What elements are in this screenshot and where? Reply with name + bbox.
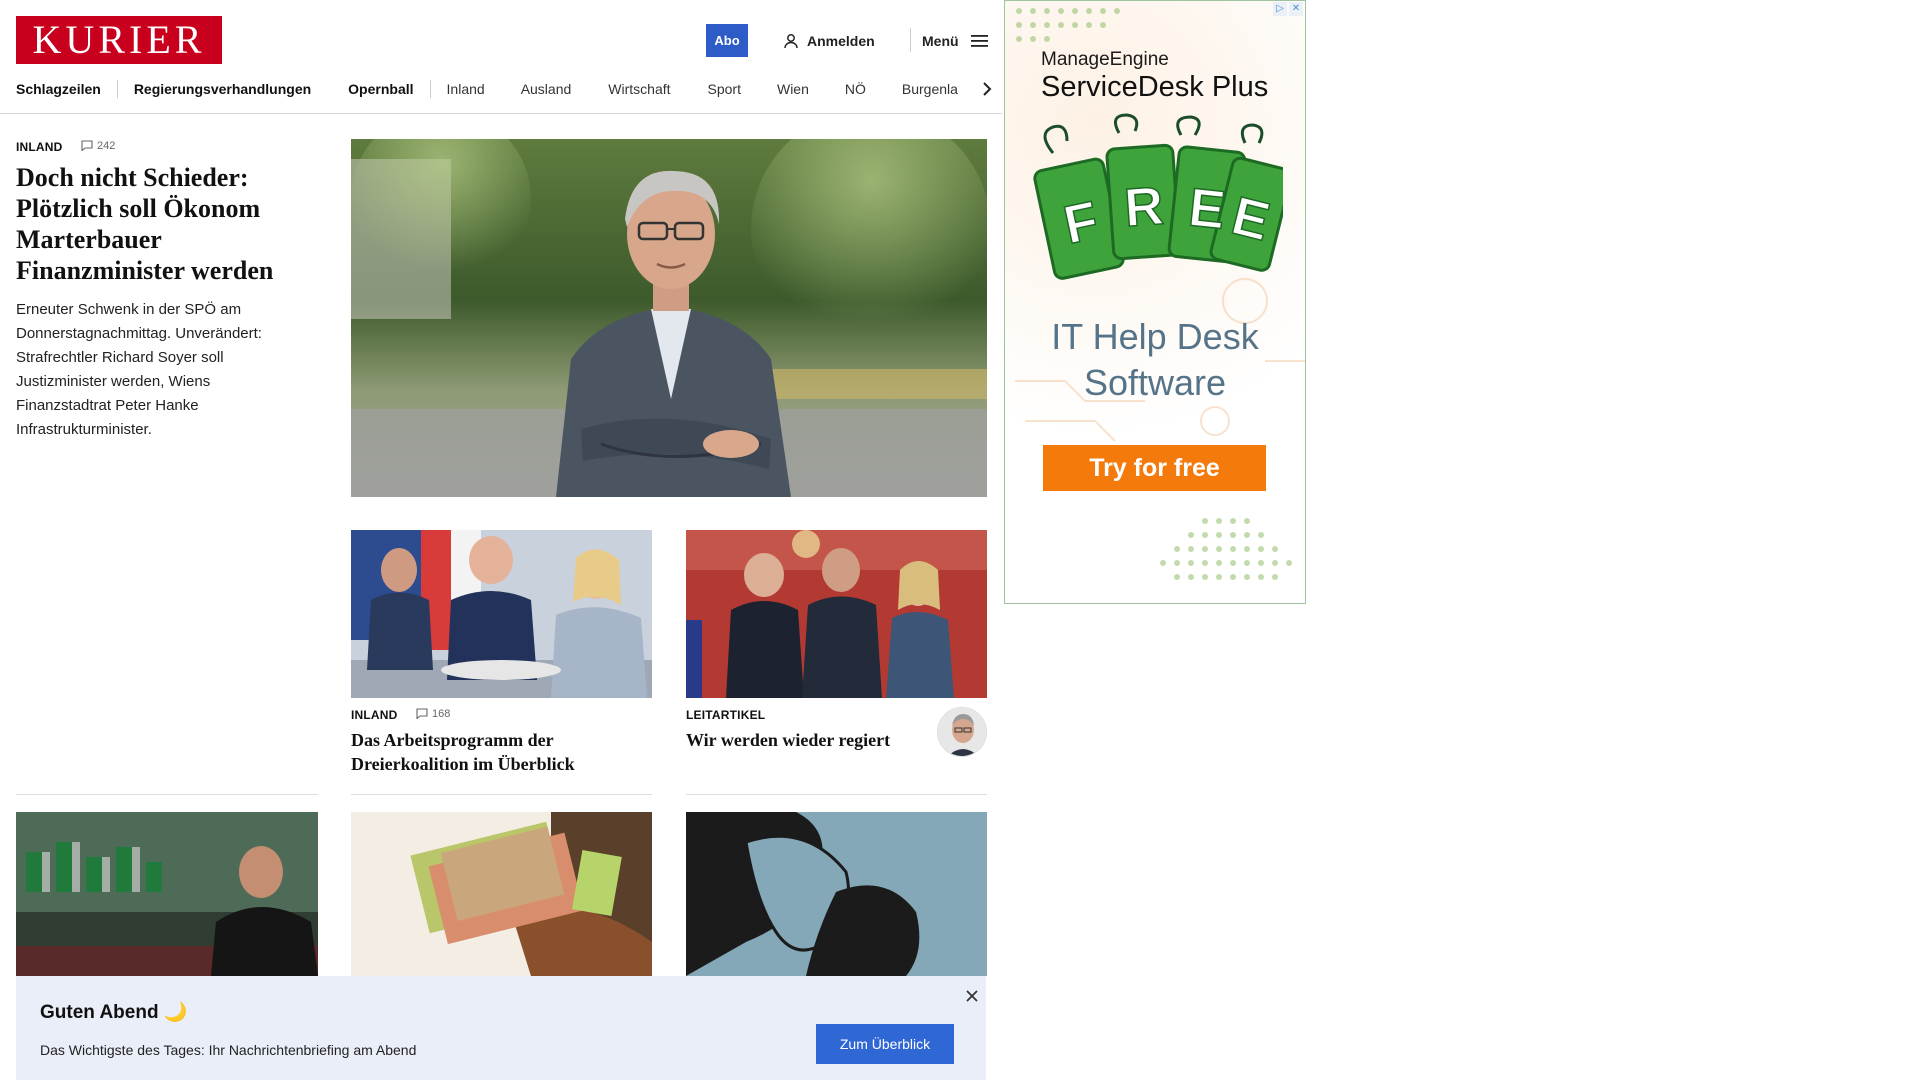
author-portrait xyxy=(938,708,986,756)
section-nav: Schlagzeilen Regierungsverhandlungen Ope… xyxy=(16,78,986,100)
card-image-money[interactable] xyxy=(351,812,652,976)
lead-kicker[interactable]: INLAND xyxy=(16,140,63,154)
lead-article: INLAND 242 Doch nicht Schieder: Plötzlic… xyxy=(16,138,306,442)
briefing-subtitle: Das Wichtigste des Tages: Ihr Nachrichte… xyxy=(40,1042,417,1058)
portrait-photo xyxy=(351,139,987,497)
abo-button[interactable]: Abo xyxy=(706,24,748,57)
chevron-right-icon xyxy=(983,82,992,96)
article-card-leitartikel: LEITARTIKEL Wir werden wieder regiert xyxy=(686,706,936,752)
comment-icon xyxy=(81,140,93,151)
nav-divider xyxy=(116,80,118,98)
press-conference-photo xyxy=(351,530,652,698)
login-button[interactable]: Anmelden xyxy=(783,30,875,52)
nav-item-wirtschaft[interactable]: Wirtschaft xyxy=(608,81,670,97)
card-comment-count[interactable]: 168 xyxy=(416,708,450,720)
ad-close-icon[interactable]: ✕ xyxy=(1289,2,1303,16)
login-label: Anmelden xyxy=(807,33,875,49)
nav-item-opernball[interactable]: Opernball xyxy=(348,81,413,97)
briefing-overview-button[interactable]: Zum Überblick xyxy=(816,1024,954,1064)
comment-icon xyxy=(416,708,428,719)
ad-choices: ▷ ✕ xyxy=(1273,2,1303,16)
nav-item-noe[interactable]: NÖ xyxy=(845,81,866,97)
ad-tag-letter: E xyxy=(1186,177,1228,240)
card-headline[interactable]: Das Arbeitsprogramm der Dreierkoalition … xyxy=(351,728,651,776)
card-comment-number: 168 xyxy=(431,707,451,720)
football-stadium-photo xyxy=(16,812,318,976)
briefing-close-button[interactable] xyxy=(960,984,984,1008)
adchoices-icon[interactable]: ▷ xyxy=(1273,2,1287,16)
nav-divider xyxy=(429,80,431,98)
lead-article-image[interactable] xyxy=(351,139,987,497)
card-image-coalition[interactable] xyxy=(351,530,652,698)
nav-item-regierungsverhandlungen[interactable]: Regierungsverhandlungen xyxy=(134,81,311,97)
card-headline[interactable]: Wir werden wieder regiert xyxy=(686,728,936,752)
divider xyxy=(351,794,652,795)
advertisement-banner[interactable]: ▷ ✕ ManageEngine ServiceDesk Plus F R E … xyxy=(1004,0,1306,604)
evening-briefing-banner: Guten Abend 🌙 Das Wichtigste des Tages: … xyxy=(16,976,986,1080)
author-avatar[interactable] xyxy=(937,707,987,757)
briefing-title: Guten Abend 🌙 xyxy=(40,1002,188,1023)
nav-item-sport[interactable]: Sport xyxy=(708,81,741,97)
menu-label: Menü xyxy=(922,33,959,49)
card-kicker[interactable]: LEITARTIKEL xyxy=(686,708,765,722)
card-image-leitartikel[interactable] xyxy=(686,530,987,698)
nav-item-wien[interactable]: Wien xyxy=(777,81,809,97)
kurier-logo[interactable]: KURIER xyxy=(16,16,222,64)
user-icon xyxy=(784,34,798,49)
lead-comment-count[interactable]: 242 xyxy=(81,140,115,152)
article-card-coalition: INLAND 168 Das Arbeitsprogramm der Dreie… xyxy=(351,706,651,776)
money-photo xyxy=(351,812,652,976)
free-price-tags-graphic: F R E E xyxy=(1033,113,1283,280)
ad-try-free-button[interactable]: Try for free xyxy=(1043,445,1266,491)
government-photo xyxy=(686,530,987,698)
nav-scroll-right[interactable] xyxy=(960,76,992,102)
card-image-sport[interactable] xyxy=(16,812,318,976)
nav-item-inland[interactable]: Inland xyxy=(447,81,485,97)
close-icon xyxy=(966,990,978,1002)
card-kicker[interactable]: INLAND xyxy=(351,708,398,722)
lead-comment-number: 242 xyxy=(96,139,116,152)
lead-teaser: Erneuter Schwenk in der SPÖ am Donnersta… xyxy=(16,301,262,438)
nav-item-ausland[interactable]: Ausland xyxy=(521,81,572,97)
hamburger-icon xyxy=(970,35,988,47)
divider xyxy=(686,794,987,795)
menu-button[interactable]: Menü xyxy=(922,30,988,52)
nav-item-burgenland[interactable]: Burgenla xyxy=(902,81,958,97)
couple-illustration xyxy=(686,812,987,976)
lead-headline[interactable]: Doch nicht Schieder: Plötzlich soll Ökon… xyxy=(16,162,306,286)
card-image-illustration[interactable] xyxy=(686,812,987,976)
ad-headline-line2: Software xyxy=(1083,362,1227,403)
ad-brand: ManageEngine xyxy=(1041,49,1169,70)
header-divider xyxy=(910,28,911,52)
nav-item-schlagzeilen[interactable]: Schlagzeilen xyxy=(16,81,101,97)
ad-tag-letter: R xyxy=(1122,176,1165,239)
ad-product-name: ServiceDesk Plus xyxy=(1041,71,1269,103)
ad-headline-line1: IT Help Desk xyxy=(1051,316,1259,357)
site-header: KURIER Abo Anmelden Menü Schlagzeilen Re… xyxy=(0,0,1002,114)
divider xyxy=(16,794,318,795)
